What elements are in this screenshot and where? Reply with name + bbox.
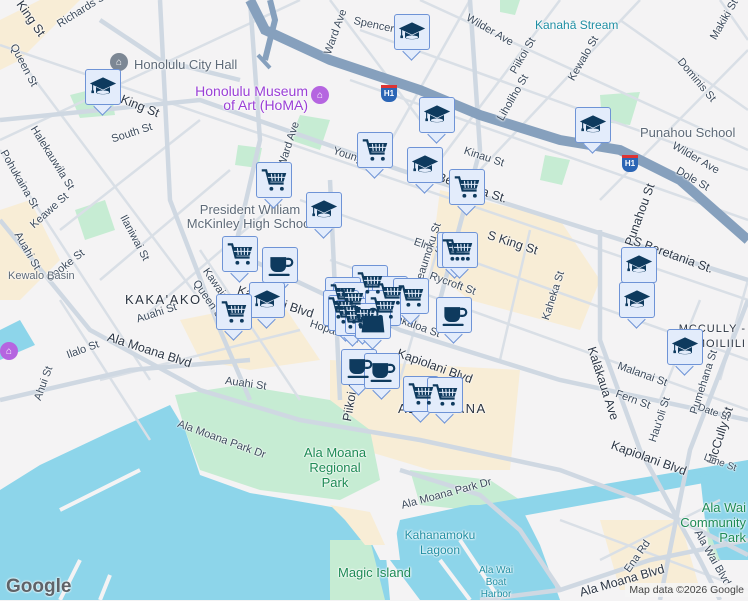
school-marker[interactable] [249,282,285,329]
coffee-icon [368,357,396,385]
marker-box [575,107,611,143]
label-mckinley-high-school[interactable]: President William McKinley High School [180,203,320,231]
marker-box [619,282,655,318]
shopping-cart-marker[interactable] [222,236,258,283]
label-homa[interactable]: Honolulu Museum of Art (HoMA) [190,84,308,112]
marker-box [85,69,121,105]
label-ala-moana-park[interactable]: Ala Moana Regional Park [295,445,375,490]
shopping-cart-marker[interactable] [449,169,485,216]
shopping-cart-icon [397,282,425,310]
park-icon: ⌂ [0,342,18,360]
school-icon [671,333,699,361]
school-marker[interactable] [575,107,611,154]
marker-box [216,294,252,330]
shopping-cart-icon [361,136,389,164]
school-marker[interactable] [394,14,430,61]
marker-box [262,247,298,283]
marker-box [436,297,472,333]
label-magic-island: Magic Island [338,565,411,580]
marker-box [667,329,703,365]
school-icon [253,286,281,314]
label-kanaha-stream: Kanahā Stream [535,18,619,32]
school-marker[interactable] [667,329,703,376]
map-attribution[interactable]: Map data ©2026 Google [625,583,748,597]
school-marker[interactable] [85,69,121,116]
school-icon [423,101,451,129]
shopping-cart-marker[interactable] [442,232,478,279]
marker-box [249,282,285,318]
marker-box [427,377,463,413]
marker-box [355,303,391,339]
label-ala-wai-boat-harbor: Ala Wai Boat Harbor [478,565,514,600]
shopping-cart-marker[interactable] [256,162,292,209]
shopping-cart-marker[interactable] [427,377,463,424]
shopping-bag-icon [359,307,387,335]
marker-box [621,247,657,283]
label-ala-wai-community-park: Ala Wai Community Park [680,500,746,545]
shopping-cart-icon [453,173,481,201]
school-marker[interactable] [306,192,342,239]
google-logo: Google [6,576,72,597]
marker-box [306,192,342,228]
coffee-marker[interactable] [436,297,472,344]
coffee-marker[interactable] [364,353,400,400]
school-marker[interactable] [419,97,455,144]
school-icon [579,111,607,139]
shopping-bag-marker[interactable] [355,303,391,350]
marker-box [449,169,485,205]
marker-box [394,14,430,50]
coffee-icon [440,301,468,329]
marker-box [393,278,429,314]
school-icon [89,73,117,101]
coffee-icon [266,251,294,279]
marker-box [407,147,443,183]
label-punahou-school[interactable]: Punahou School [640,125,735,140]
school-icon [411,151,439,179]
label-kahanamoku-lagoon: Kahanamoku Lagoon [404,528,476,557]
shopping-cart-icon [446,236,474,264]
museum-icon[interactable]: ⌂ [311,86,329,104]
h1-shield: H1 [381,85,397,102]
school-icon [623,286,651,314]
shopping-cart-marker[interactable] [357,132,393,179]
school-marker[interactable] [619,282,655,329]
marker-box [256,162,292,198]
label-city-hall[interactable]: Honolulu City Hall [134,57,237,72]
school-icon [310,196,338,224]
shopping-cart-icon [220,298,248,326]
shopping-cart-icon [431,381,459,409]
school-icon [398,18,426,46]
shopping-cart-icon [260,166,288,194]
label-kewalo-basin: Kewalo Basin [8,270,75,282]
school-marker[interactable] [407,147,443,194]
school-icon [625,251,653,279]
marker-box [419,97,455,133]
marker-box [364,353,400,389]
shopping-cart-icon [226,240,254,268]
h1-shield-east: H1 [622,155,638,172]
marker-box [222,236,258,272]
marker-box [357,132,393,168]
marker-box [442,232,478,268]
shopping-cart-marker[interactable] [216,294,252,341]
